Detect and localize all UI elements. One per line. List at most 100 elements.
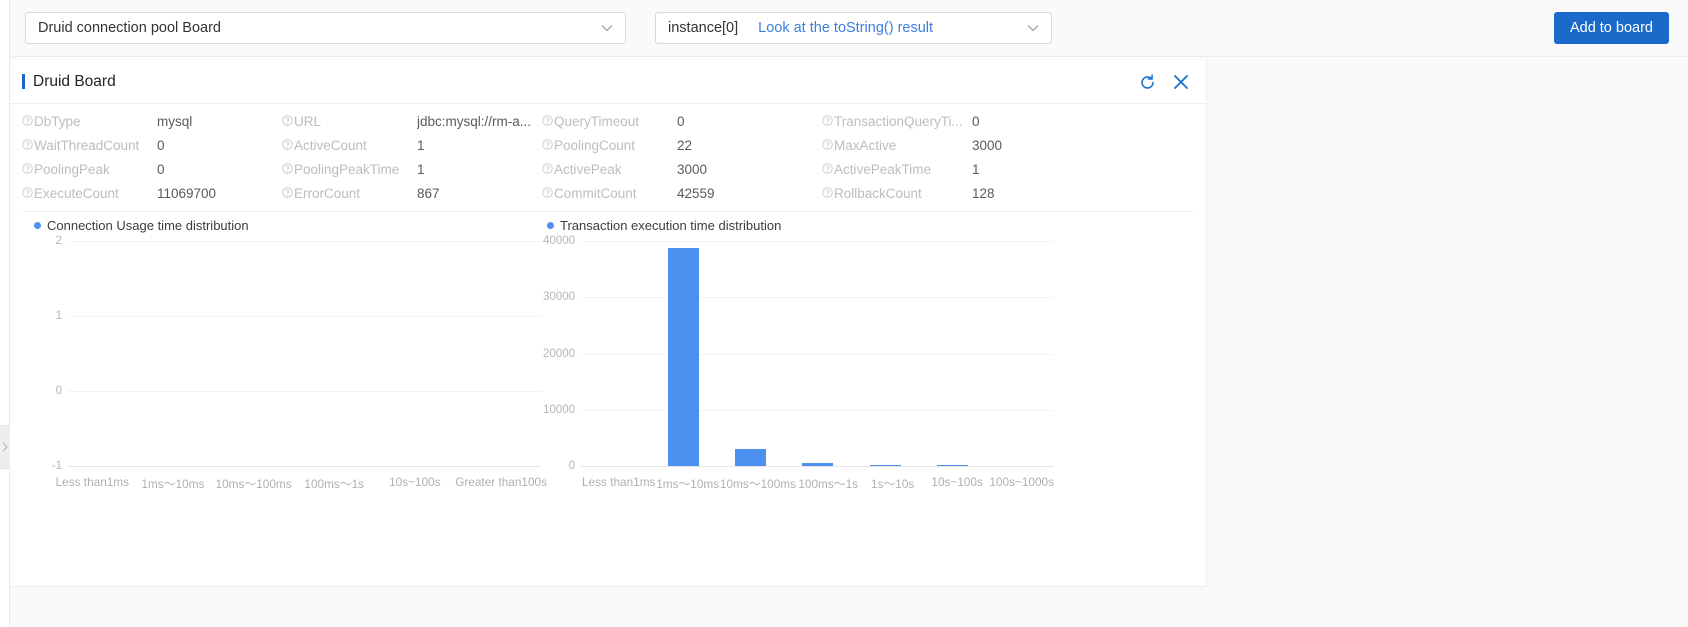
bar[interactable]: [735, 449, 767, 466]
help-icon[interactable]: [542, 187, 553, 198]
x-axis-tick: 100ms～1s: [798, 477, 859, 491]
metric-label-text: RollbackCount: [834, 186, 922, 201]
x-axis-tick: 100s~1000s: [989, 475, 1055, 489]
x-axis-tick: 10s~100s: [931, 475, 983, 489]
metric-value: 128: [972, 186, 995, 201]
x-axis-tick: Less than1ms: [55, 475, 130, 489]
bar-slot[interactable]: [919, 241, 986, 466]
bar-slot[interactable]: [148, 241, 227, 391]
bar-slot[interactable]: [987, 241, 1054, 466]
bar[interactable]: [869, 464, 901, 466]
board-select[interactable]: Druid connection pool Board: [25, 12, 626, 44]
y-axis-tick: 1: [55, 310, 62, 322]
help-icon[interactable]: [282, 139, 293, 150]
metric-value: 0: [972, 114, 980, 129]
axis-line: [68, 466, 541, 467]
x-axis-tick: Less than1ms: [582, 475, 656, 489]
metric-value: 3000: [677, 162, 708, 177]
help-icon[interactable]: [542, 139, 553, 150]
bar-slot[interactable]: [852, 241, 919, 466]
help-icon[interactable]: [22, 163, 33, 174]
help-icon[interactable]: [282, 163, 293, 174]
tostring-result-link[interactable]: Look at the toString() result: [758, 20, 933, 36]
bar-slot[interactable]: [582, 241, 649, 466]
help-icon[interactable]: [22, 139, 33, 150]
metric-label: TransactionQueryTi...: [822, 114, 972, 129]
refresh-icon[interactable]: [1136, 71, 1158, 93]
help-icon[interactable]: [282, 115, 293, 126]
bar-slot[interactable]: [784, 241, 851, 466]
metric-label-text: WaitThreadCount: [34, 138, 140, 153]
chart-title-text: Transaction execution time distribution: [560, 218, 782, 233]
metric-value: mysql: [157, 114, 193, 129]
card-header-actions: [1136, 60, 1192, 104]
metric-value: 3000: [972, 138, 1003, 153]
y-axis-tick: 10000: [543, 403, 575, 416]
x-axis-tick: 1ms～10ms: [141, 477, 205, 491]
metric-label-text: DbType: [34, 114, 81, 129]
metric-value: 1: [972, 162, 980, 177]
chart-title: Transaction execution time distribution: [547, 218, 1060, 233]
druid-board-card: Druid Board DbType mysql URL jdbc:mysql://r…: [10, 60, 1207, 587]
chevron-down-icon: [601, 24, 613, 32]
help-icon[interactable]: [822, 139, 833, 150]
metric-label-text: QueryTimeout: [554, 114, 640, 129]
bar-slot[interactable]: [305, 241, 384, 391]
add-to-board-button[interactable]: Add to board: [1553, 12, 1669, 44]
x-axis-tick: 10ms～100ms: [215, 477, 292, 491]
metric-value: 0: [677, 114, 685, 129]
bar[interactable]: [937, 465, 969, 466]
plot-area: 2 1 0 -1 Less than1ms 1ms～10ms 10ms～100ms 100ms…: [22, 235, 547, 491]
left-rail: [0, 0, 10, 627]
metric-label: MaxActive: [822, 138, 972, 153]
close-icon[interactable]: [1170, 71, 1192, 93]
chevron-right-icon: [2, 442, 8, 452]
bar[interactable]: [802, 463, 834, 466]
help-icon[interactable]: [282, 187, 293, 198]
board-select-value: Druid connection pool Board: [38, 20, 221, 36]
bar-slot[interactable]: [69, 241, 148, 391]
bar-series: [582, 241, 1054, 466]
x-axis-tick: 1s～10s: [871, 477, 915, 491]
y-axis-tick: 40000: [543, 235, 575, 247]
metric-label: ErrorCount: [282, 186, 417, 201]
charts-area: Connection Usage time distribution 2 1 0 -1 L…: [10, 218, 1206, 518]
metric-label: DbType: [22, 114, 157, 129]
y-axis-tick: 0: [55, 385, 62, 397]
page-root: Druid connection pool Board instance[0] …: [0, 0, 1688, 627]
help-icon[interactable]: [22, 115, 33, 126]
bar-slot[interactable]: [649, 241, 716, 466]
help-icon[interactable]: [822, 187, 833, 198]
instance-select[interactable]: instance[0] Look at the toString() resul…: [655, 12, 1052, 44]
help-icon[interactable]: [542, 115, 553, 126]
bar-slot[interactable]: [717, 241, 784, 466]
metric-label-text: ActiveCount: [294, 138, 367, 153]
metric-label-text: ExecuteCount: [34, 186, 119, 201]
help-icon[interactable]: [822, 115, 833, 126]
x-axis-labels: Less than1ms 1ms～10ms 10ms～100ms 100ms～1s 10…: [52, 475, 547, 492]
x-axis-tick: 10ms～100ms: [719, 477, 796, 491]
metric-value: 0: [157, 162, 165, 177]
metric-label-text: TransactionQueryTi...: [834, 114, 963, 129]
x-axis-tick: Greater than100s: [455, 475, 548, 489]
legend-dot-icon: [547, 222, 554, 229]
metric-label-text: PoolingPeakTime: [294, 162, 400, 177]
bar-slot[interactable]: [226, 241, 305, 391]
y-axis-tick: 0: [568, 460, 575, 472]
bar[interactable]: [667, 247, 699, 466]
help-icon[interactable]: [822, 163, 833, 174]
card-header: Druid Board: [10, 60, 1206, 104]
chart-title: Connection Usage time distribution: [34, 218, 547, 233]
help-icon[interactable]: [22, 187, 33, 198]
chart-title-text: Connection Usage time distribution: [47, 218, 249, 233]
metric-label: ExecuteCount: [22, 186, 157, 201]
metric-label: CommitCount: [542, 186, 677, 201]
metric-label-text: PoolingCount: [554, 138, 636, 153]
axis-line: [581, 466, 1054, 467]
help-icon[interactable]: [542, 163, 553, 174]
top-toolbar: Druid connection pool Board instance[0] …: [10, 0, 1688, 57]
bar-slot[interactable]: [384, 241, 463, 391]
metric-label-text: PoolingPeak: [34, 162, 110, 177]
bar-slot[interactable]: [462, 241, 541, 391]
metric-label: RollbackCount: [822, 186, 972, 201]
